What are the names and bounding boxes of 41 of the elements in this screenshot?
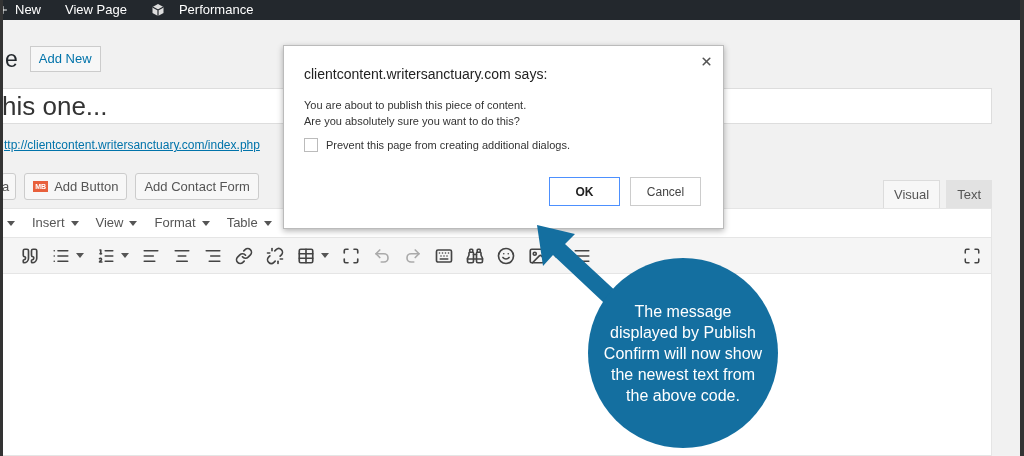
add-new-button[interactable]: Add New bbox=[29, 46, 101, 72]
editor-tab[interactable]: Visual bbox=[882, 180, 941, 208]
quote-icon[interactable] bbox=[21, 246, 39, 265]
checkbox-label[interactable]: Prevent this page from creating additional dialogs. bbox=[326, 137, 570, 154]
link-icon[interactable] bbox=[235, 246, 253, 265]
dialog-button[interactable]: Cancel bbox=[630, 177, 701, 206]
dialog-title: clientcontent.writersanctuary.com says: bbox=[304, 65, 549, 84]
dialog-button[interactable]: OK bbox=[549, 177, 620, 206]
media-button[interactable]: a bbox=[3, 173, 17, 200]
page-heading: e bbox=[4, 44, 18, 74]
admin-bar-link[interactable]: View Page bbox=[65, 0, 127, 20]
checkbox[interactable] bbox=[304, 138, 318, 153]
menu-item[interactable]: Table bbox=[226, 213, 272, 233]
smiley-icon[interactable] bbox=[497, 246, 515, 265]
caret-icon bbox=[129, 220, 138, 226]
binoculars-icon[interactable] bbox=[466, 246, 484, 265]
permalink[interactable]: ttp://clientcontent.writersanctuary.com/index.php bbox=[3, 136, 260, 154]
menu-item[interactable]: Format bbox=[154, 213, 210, 233]
expand-icon[interactable] bbox=[342, 246, 360, 265]
unlink-icon[interactable] bbox=[266, 246, 284, 265]
media-button[interactable]: Add Contact Form bbox=[135, 173, 259, 200]
keyboard-icon[interactable] bbox=[435, 246, 453, 265]
editor-tab[interactable]: Text bbox=[946, 180, 992, 208]
admin-bar-link[interactable]: Performance bbox=[150, 0, 254, 20]
caret-icon bbox=[76, 253, 84, 258]
caret-icon bbox=[263, 220, 272, 226]
caret-icon bbox=[70, 220, 79, 226]
cube-icon bbox=[150, 3, 165, 17]
caret-icon bbox=[121, 253, 129, 258]
admin-bar-link[interactable]: New bbox=[3, 0, 41, 20]
caret-icon bbox=[7, 220, 15, 226]
caret-icon bbox=[201, 220, 210, 226]
dialog-message: You are about to publish this piece of content. bbox=[304, 98, 528, 113]
menu-item[interactable]: Insert bbox=[32, 213, 79, 233]
menu-item[interactable]: View bbox=[95, 213, 138, 233]
numbered-list-icon[interactable] bbox=[97, 246, 115, 265]
callout-text: The message displayed by Publish Confirm will now show the newest text from the above code. bbox=[602, 301, 764, 406]
table-icon[interactable] bbox=[297, 246, 315, 265]
caret-icon bbox=[321, 253, 329, 258]
fullscreen-icon[interactable] bbox=[963, 246, 981, 265]
close-icon[interactable] bbox=[700, 55, 713, 68]
